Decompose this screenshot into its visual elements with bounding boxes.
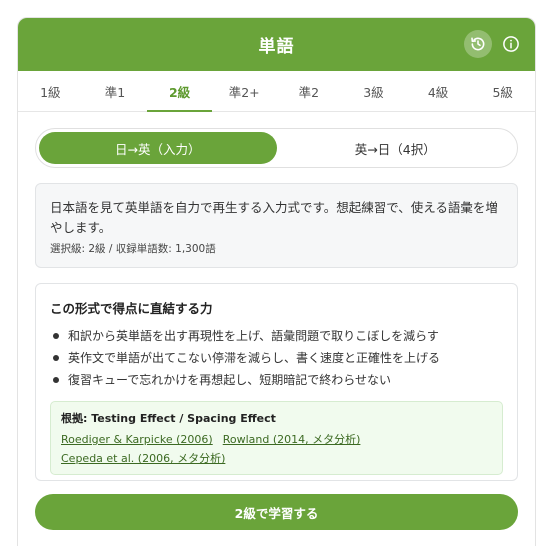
evidence-link-cepeda[interactable]: Cepeda et al. (2006, メタ分析) [61, 452, 225, 465]
evidence-link-roediger[interactable]: Roediger & Karpicke (2006) [61, 433, 213, 446]
history-button[interactable] [464, 30, 492, 58]
header: 単語 [18, 18, 535, 71]
tab-grade-3[interactable]: 3級 [341, 71, 406, 111]
tab-grade-pre2plus[interactable]: 準2+ [212, 71, 277, 111]
tab-grade-pre1[interactable]: 準1 [83, 71, 148, 111]
tab-grade-5[interactable]: 5級 [470, 71, 535, 111]
list-item: 英作文で単語が出てこない停滞を減らし、書く速度と正確性を上げる [50, 347, 503, 369]
grade-tabs: 1級 準1 2級 準2+ 準2 3級 4級 5級 [18, 71, 535, 112]
list-item: 和訳から英単語を出す再現性を上げ、語彙問題で取りこぼしを減らす [50, 325, 503, 347]
description-box: 日本語を見て英単語を自力で再生する入力式です。想起練習で、使える語彙を増やします… [35, 183, 518, 268]
bullet-dot [53, 333, 59, 339]
page-title: 単語 [258, 37, 295, 57]
skills-box: この形式で得点に直結する力 和訳から英単語を出す再現性を上げ、語彙問題で取りこぼ… [35, 283, 518, 481]
evidence-title: 根拠: Testing Effect / Spacing Effect [61, 412, 276, 425]
mode-switch: 日→英（入力） 英→日（4択） [35, 128, 518, 168]
tab-grade-2[interactable]: 2級 [147, 71, 212, 112]
description-text: 日本語を見て英単語を自力で再生する入力式です。想起練習で、使える語彙を増やします… [50, 200, 498, 235]
tab-grade-4[interactable]: 4級 [406, 71, 471, 111]
evidence-link-rowland[interactable]: Rowland (2014, メタ分析) [223, 433, 361, 446]
skills-title: この形式で得点に直結する力 [50, 301, 213, 316]
start-study-button[interactable]: 2級で学習する [35, 494, 518, 530]
history-icon [471, 37, 485, 51]
info-button[interactable] [497, 30, 525, 58]
description-meta: 選択級: 2級 / 収録単語数: 1,300語 [50, 243, 216, 255]
evidence-links: Roediger & Karpicke (2006) Rowland (2014,… [61, 430, 492, 468]
tab-grade-pre2[interactable]: 準2 [277, 71, 342, 111]
skills-list: 和訳から英単語を出す再現性を上げ、語彙問題で取りこぼしを減らす 英作文で単語が出… [50, 325, 503, 391]
tab-grade-1[interactable]: 1級 [18, 71, 83, 111]
list-item: 復習キューで忘れかけを再想起し、短期暗記で終わらせない [50, 369, 503, 391]
evidence-box: 根拠: Testing Effect / Spacing Effect Roed… [50, 401, 503, 475]
info-icon [503, 36, 519, 52]
mode-en-to-ja-choice[interactable]: 英→日（4択） [277, 132, 515, 164]
bullet-dot [53, 355, 59, 361]
mode-ja-to-en-input[interactable]: 日→英（入力） [39, 132, 277, 164]
bullet-dot [53, 377, 59, 383]
